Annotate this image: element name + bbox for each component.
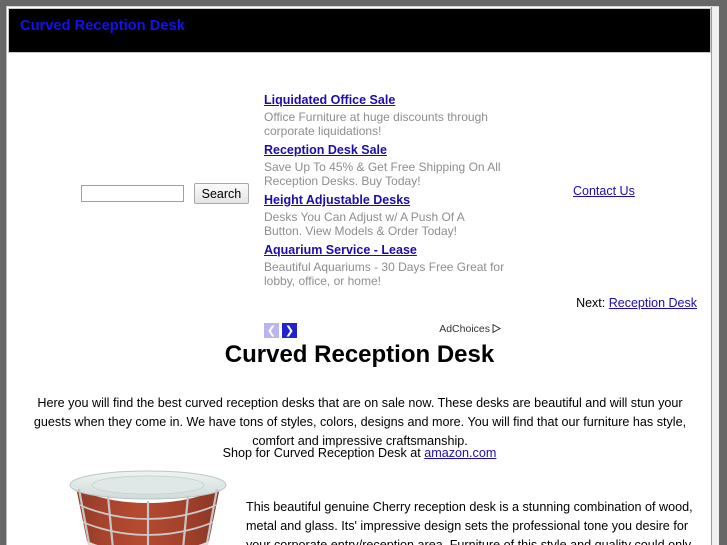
ad-unit: Aquarium Service - Lease Beautiful Aquar… [264, 242, 505, 288]
adchoices-badge[interactable]: AdChoices [439, 323, 502, 336]
product-image [58, 469, 238, 545]
page-content: Search Contact Us Liquidated Office Sale… [8, 54, 711, 545]
ad-description: Office Furniture at huge discounts throu… [264, 110, 488, 138]
page-title: Curved Reception Desk [224, 341, 495, 369]
next-page-link[interactable]: Reception Desk [609, 296, 697, 310]
ad-description: Beautiful Aquariums - 30 Days Free Great… [264, 260, 505, 288]
ad-unit: Height Adjustable Desks Desks You Can Ad… [264, 192, 505, 238]
amazon-link[interactable]: amazon.com [424, 446, 496, 460]
next-prefix-label: Next: [576, 296, 606, 310]
contact-us-link[interactable]: Contact Us [573, 184, 635, 198]
intro-paragraph: Here you will find the best curved recep… [33, 395, 687, 448]
vertical-scrollbar[interactable] [711, 7, 719, 545]
ad-description: Desks You Can Adjust w/ A Push Of A Butt… [264, 210, 465, 238]
ad-block: Liquidated Office Sale Office Furniture … [264, 92, 505, 336]
shop-line: Shop for Curved Reception Desk at amazon… [8, 446, 711, 460]
ad-title-link[interactable]: Reception Desk Sale [264, 143, 387, 158]
ad-title-link[interactable]: Liquidated Office Sale [264, 93, 395, 108]
ad-title-link[interactable]: Aquarium Service - Lease [264, 243, 417, 258]
ad-previous-icon[interactable]: ❮ [264, 323, 279, 339]
page-frame: Curved Reception Desk Search Contact Us … [6, 6, 719, 545]
site-banner: Curved Reception Desk [8, 8, 711, 53]
ad-title-link[interactable]: Height Adjustable Desks [264, 193, 410, 208]
search-input[interactable] [81, 185, 184, 202]
ad-description: Save Up To 45% & Get Free Shipping On Al… [264, 160, 501, 188]
ad-unit: Reception Desk Sale Save Up To 45% & Get… [264, 142, 505, 188]
ad-footer: ❮ ❯ AdChoices [264, 322, 505, 342]
browser-viewport: Curved Reception Desk Search Contact Us … [0, 0, 727, 545]
ad-next-icon[interactable]: ❯ [282, 323, 297, 339]
next-page-row: Next: Reception Desk [576, 296, 697, 310]
adchoices-triangle-icon [492, 323, 502, 336]
site-banner-title: Curved Reception Desk [20, 18, 185, 34]
ad-unit: Liquidated Office Sale Office Furniture … [264, 92, 505, 138]
product-description: This beautiful genuine Cherry reception … [246, 499, 693, 545]
search-widget: Search [81, 183, 250, 204]
shop-prefix-label: Shop for Curved Reception Desk at [222, 446, 421, 460]
adchoices-label: AdChoices [439, 323, 490, 335]
search-button[interactable]: Search [193, 183, 250, 204]
